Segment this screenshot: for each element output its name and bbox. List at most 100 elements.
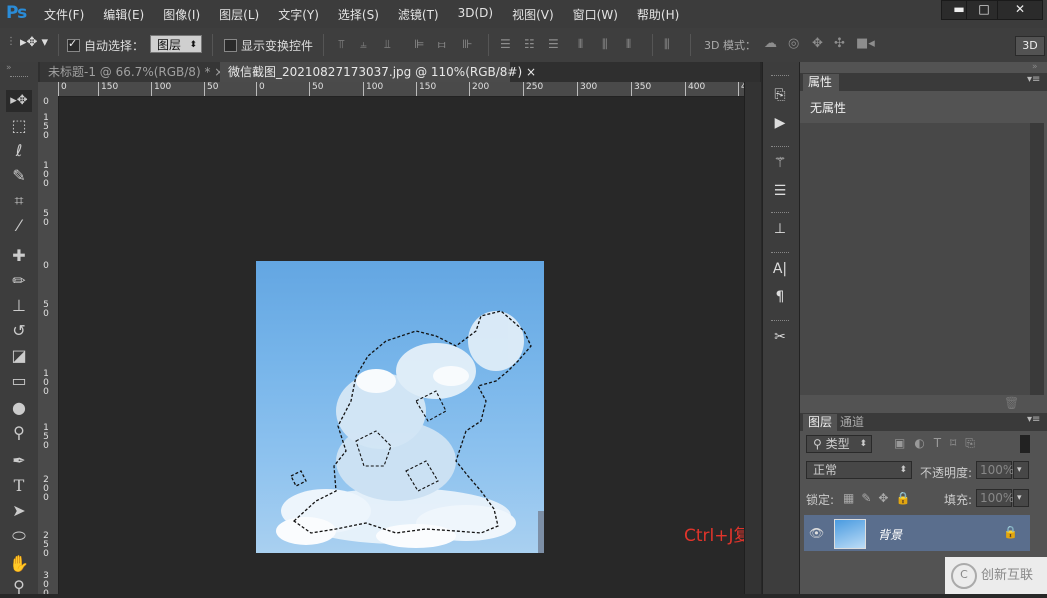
eyedropper-tool-icon[interactable]: ⁄ — [6, 215, 32, 237]
distribute-top-icon[interactable]: ☰ — [500, 37, 511, 51]
collapse-icon[interactable]: » — [6, 63, 12, 73]
slide-3d-icon[interactable]: ✣ — [834, 36, 845, 51]
properties-scrollbar[interactable] — [1030, 123, 1044, 395]
filter-icons[interactable]: ▣◐T⌑⎘ — [894, 436, 984, 451]
distribute-hcenter-icon[interactable]: ⫼ — [602, 37, 608, 52]
fill-dropdown-icon[interactable]: ▾ — [1013, 489, 1029, 507]
properties-body — [800, 123, 1030, 395]
lasso-tool-icon[interactable]: ℓ — [6, 140, 32, 162]
trash-icon[interactable]: 🗑 — [1004, 396, 1019, 410]
menu-image[interactable]: 图像(I) — [163, 6, 200, 23]
layer-filter-dropdown[interactable]: ⚲ 类型 ⬍ — [806, 435, 872, 453]
menu-3d[interactable]: 3D(D) — [458, 6, 493, 23]
ruler-tick: 350 — [634, 82, 652, 92]
menu-layer[interactable]: 图层(L) — [219, 6, 259, 23]
panel-menu-icon[interactable]: ▾≡ — [1027, 74, 1040, 85]
pen-tool-icon[interactable]: ✒ — [6, 450, 32, 472]
auto-select-checkbox[interactable]: ✓ — [67, 37, 80, 52]
auto-select-label: 自动选择： — [84, 39, 145, 53]
distribute-vcenter-icon[interactable]: ☷ — [524, 37, 535, 51]
align-vcenter-icon[interactable]: ⫨ — [360, 37, 367, 52]
menu-type[interactable]: 文字(Y) — [278, 6, 319, 23]
crop-tool-icon[interactable]: ⌗ — [6, 190, 32, 212]
dodge-tool-icon[interactable]: ⚲ — [6, 422, 32, 444]
menu-window[interactable]: 窗口(W) — [573, 6, 618, 23]
document-canvas[interactable] — [256, 261, 544, 553]
tab-channels[interactable]: 通道 — [840, 414, 864, 431]
auto-select-target-dropdown[interactable]: 图层 ⬍ — [150, 35, 202, 53]
lock-icons[interactable]: ▦✎✥🔒 — [843, 491, 917, 505]
vertical-scrollbar[interactable] — [744, 82, 761, 594]
ruler-tick: 250 — [43, 531, 49, 559]
menu-filter[interactable]: 滤镜(T) — [398, 6, 439, 23]
path-select-tool-icon[interactable]: ➤ — [6, 500, 32, 522]
actions-panel-icon[interactable]: ▶ — [769, 112, 791, 134]
auto-align-icon[interactable]: ⫼ — [664, 37, 670, 52]
align-hcenter-icon[interactable]: ⧦ — [438, 37, 445, 52]
blur-tool-icon[interactable]: ● — [6, 397, 32, 419]
align-top-icon[interactable]: ⫪ — [338, 37, 345, 52]
clone-source-panel-icon[interactable]: ⊥ — [769, 218, 791, 240]
brush-tool-icon[interactable]: ✏ — [6, 270, 32, 292]
tab-properties[interactable]: 属性 — [803, 74, 839, 91]
drag-3d-icon[interactable]: ✥ — [812, 36, 823, 51]
align-left-icon[interactable]: ⊫ — [414, 37, 424, 51]
ruler-tick: 100 — [43, 161, 49, 189]
distribute-bottom-icon[interactable]: ☰ — [548, 37, 559, 51]
filter-toggle[interactable] — [1020, 435, 1030, 453]
ruler-tick: 300 — [580, 82, 598, 92]
show-transform-checkbox[interactable] — [224, 39, 237, 52]
zoom-tool-icon[interactable]: ⚲ — [6, 576, 32, 598]
align-bottom-icon[interactable]: ⫫ — [384, 37, 391, 52]
tool-presets-panel-icon[interactable]: ✂ — [769, 326, 791, 348]
blend-mode-dropdown[interactable]: 正常 ⬍ — [806, 461, 912, 479]
menu-edit[interactable]: 编辑(E) — [103, 6, 144, 23]
collapse-icon[interactable]: » — [1032, 62, 1038, 72]
rotate-3d-icon[interactable]: ☁ — [764, 36, 777, 51]
clone-stamp-tool-icon[interactable]: ⊥ — [6, 295, 32, 317]
no-properties-text: 无属性 — [810, 101, 847, 115]
hand-tool-icon[interactable]: ✋ — [6, 553, 32, 575]
eye-visibility-icon[interactable]: 👁 — [809, 526, 824, 540]
close-tab-icon[interactable]: × — [526, 65, 536, 79]
scale-3d-icon[interactable]: ■◂ — [856, 36, 875, 51]
tab-untitled[interactable]: 未标题-1 @ 66.7%(RGB/8) * × — [40, 62, 224, 82]
history-panel-icon[interactable]: ⎘ — [769, 84, 791, 106]
panel-menu-icon[interactable]: ▾≡ — [1027, 414, 1040, 425]
healing-brush-tool-icon[interactable]: ✚ — [6, 245, 32, 267]
roll-3d-icon[interactable]: ◎ — [788, 36, 799, 51]
vertical-ruler: 0 150 100 50 0 50 100 150 200 250 300 — [38, 96, 59, 594]
layer-name[interactable]: 背景 — [878, 526, 902, 543]
paragraph-panel-icon[interactable]: ¶ — [769, 286, 791, 308]
close-button[interactable]: ✕ — [997, 0, 1043, 20]
move-tool-preset-icon[interactable]: ▸✥ ▾ — [20, 35, 48, 50]
marquee-tool-icon[interactable]: ⬚ — [6, 115, 32, 137]
ruler-tick: 100 — [366, 82, 384, 92]
opacity-dropdown-icon[interactable]: ▾ — [1013, 461, 1029, 479]
opacity-input[interactable]: 100% — [976, 461, 1014, 479]
auto-select-target-value: 图层 — [157, 38, 182, 52]
menu-select[interactable]: 选择(S) — [338, 6, 379, 23]
3d-button[interactable]: 3D — [1015, 36, 1045, 56]
lock-icon: 🔒 — [1003, 525, 1018, 539]
grip-icon — [771, 212, 789, 216]
align-right-icon[interactable]: ⊪ — [462, 37, 472, 51]
eraser-tool-icon[interactable]: ◪ — [6, 345, 32, 367]
menu-file[interactable]: 文件(F) — [44, 6, 84, 23]
character-panel-icon[interactable]: A| — [769, 258, 791, 280]
brush-panel-icon[interactable]: ⚚ — [769, 152, 791, 174]
adjustments-panel-icon[interactable]: ☰ — [769, 180, 791, 202]
shape-tool-icon[interactable]: ⬭ — [6, 525, 32, 547]
fill-input[interactable]: 100% — [976, 489, 1014, 507]
distribute-left-icon[interactable]: ⫴ — [578, 37, 583, 52]
tab-layers[interactable]: 图层 — [803, 414, 837, 431]
menu-help[interactable]: 帮助(H) — [637, 6, 679, 23]
move-tool-icon[interactable]: ▸✥ — [6, 90, 32, 112]
gradient-tool-icon[interactable]: ▭ — [6, 370, 32, 392]
history-brush-tool-icon[interactable]: ↺ — [6, 320, 32, 342]
quick-select-tool-icon[interactable]: ✎ — [6, 165, 32, 187]
tab-wechat-screenshot[interactable]: 微信截图_20210827173037.jpg @ 110%(RGB/8#) × — [220, 62, 536, 82]
menu-view[interactable]: 视图(V) — [512, 6, 554, 23]
distribute-right-icon[interactable]: ⫴ — [626, 37, 631, 52]
type-tool-icon[interactable]: T — [6, 475, 32, 497]
